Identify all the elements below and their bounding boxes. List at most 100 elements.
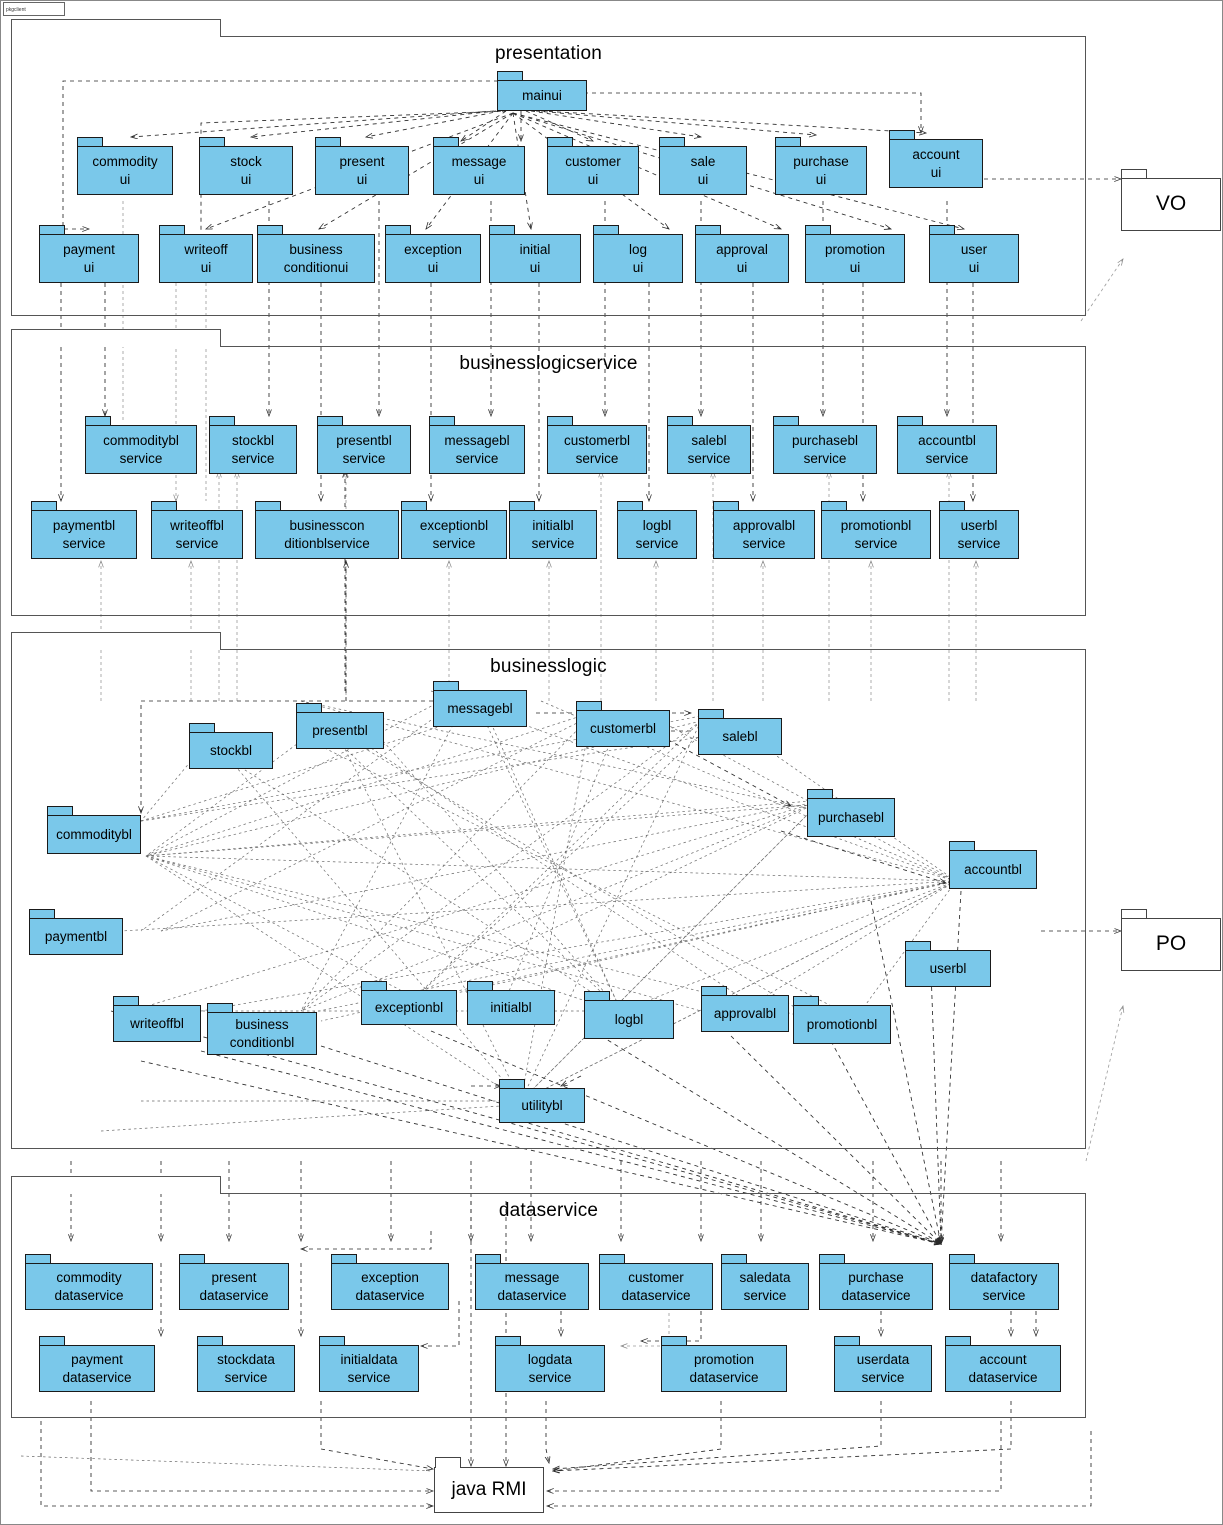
- package-tab-icon: [113, 996, 139, 1005]
- package-stockbl-service[interactable]: stockbl service: [209, 416, 297, 474]
- package-label: userbl: [960, 518, 998, 534]
- package-log-ui[interactable]: log ui: [593, 225, 683, 283]
- package-promotionbl-service[interactable]: promotionbl service: [821, 501, 931, 559]
- package-tab-icon: [617, 501, 643, 510]
- package-present-ui[interactable]: present ui: [315, 137, 409, 195]
- package-commoditybl-service[interactable]: commoditybl service: [85, 416, 197, 474]
- package-userbl[interactable]: userbl: [905, 941, 991, 987]
- package-presentbl-service[interactable]: presentbl service: [317, 416, 411, 474]
- package-initial-ui[interactable]: initial ui: [489, 225, 581, 283]
- package-label-2: dataservice: [62, 1369, 132, 1385]
- package-label-2: service: [528, 1369, 572, 1385]
- package-saledata-service[interactable]: saledata service: [721, 1254, 809, 1310]
- package-po[interactable]: PO: [1121, 909, 1221, 971]
- package-tab-icon: [807, 789, 833, 798]
- package-payment-ui[interactable]: payment ui: [39, 225, 139, 283]
- package-payment-dataservice[interactable]: payment dataservice: [39, 1336, 155, 1392]
- package-purchase-dataservice[interactable]: purchase dataservice: [819, 1254, 933, 1310]
- package-message-dataservice[interactable]: message dataservice: [475, 1254, 589, 1310]
- package-messagebl[interactable]: messagebl: [433, 681, 527, 727]
- package-paymentbl[interactable]: paymentbl: [29, 909, 123, 955]
- package-label: writeoff: [184, 242, 228, 258]
- package-purchase-ui[interactable]: purchase ui: [775, 137, 867, 195]
- package-salebl-service[interactable]: salebl service: [667, 416, 751, 474]
- package-paymentbl-service[interactable]: paymentbl service: [31, 501, 137, 559]
- package-writeoffbl[interactable]: writeoffbl: [113, 996, 201, 1042]
- package-tab-icon: [599, 1254, 625, 1263]
- package-tab-icon: [85, 416, 111, 425]
- package-label-2: service: [925, 450, 969, 466]
- package-label: logbl: [642, 518, 672, 534]
- uml-package-diagram: pkgclient presentation mainui commodity …: [0, 0, 1223, 1525]
- package-purchasebl-service[interactable]: purchasebl service: [773, 416, 877, 474]
- package-label-2: ui: [930, 164, 942, 180]
- package-purchasebl[interactable]: purchasebl: [807, 789, 895, 837]
- package-accountbl-service[interactable]: accountbl service: [897, 416, 997, 474]
- package-writeoffbl-service[interactable]: writeoffbl service: [151, 501, 243, 559]
- package-tab-icon: [433, 681, 459, 690]
- package-label: customerbl: [589, 720, 657, 736]
- package-customerbl[interactable]: customerbl: [576, 701, 670, 747]
- package-promotionbl[interactable]: promotionbl: [793, 996, 891, 1044]
- package-initialbl-service[interactable]: initialbl service: [509, 501, 597, 559]
- package-label-2: ui: [356, 171, 368, 187]
- package-customerbl-service[interactable]: customerbl service: [547, 416, 647, 474]
- package-accountbl[interactable]: accountbl: [949, 841, 1037, 889]
- package-approval-ui[interactable]: approval ui: [695, 225, 789, 283]
- package-stockbl[interactable]: stockbl: [189, 723, 273, 769]
- package-customer-dataservice[interactable]: customer dataservice: [599, 1254, 713, 1310]
- package-approvalbl-service[interactable]: approvalbl service: [713, 501, 815, 559]
- package-utilitybl[interactable]: utilitybl: [499, 1079, 585, 1123]
- package-exception-ui[interactable]: exception ui: [385, 225, 481, 283]
- package-tab-icon: [429, 416, 455, 425]
- package-businessconditionbl[interactable]: business conditionbl: [207, 1003, 317, 1055]
- package-messagebl-service[interactable]: messagebl service: [429, 416, 525, 474]
- package-tab-icon: [495, 1336, 521, 1345]
- package-label: saledata: [739, 1270, 791, 1286]
- package-customer-ui[interactable]: customer ui: [547, 137, 639, 195]
- package-presentbl[interactable]: presentbl: [296, 703, 384, 749]
- package-businessconditionbl-service[interactable]: businesscon ditionblservice: [255, 501, 399, 559]
- package-approvalbl[interactable]: approvalbl: [701, 986, 789, 1032]
- package-exception-dataservice[interactable]: exception dataservice: [331, 1254, 449, 1310]
- package-logdata-service[interactable]: logdata service: [495, 1336, 605, 1392]
- package-logbl[interactable]: logbl: [584, 991, 674, 1039]
- package-commodity-ui[interactable]: commodity ui: [77, 137, 173, 195]
- package-label: customerbl: [563, 433, 631, 449]
- package-stock-ui[interactable]: stock ui: [199, 137, 293, 195]
- package-businesscondition-ui[interactable]: business conditionui: [257, 225, 375, 283]
- package-tab-icon: [834, 1336, 860, 1345]
- package-account-dataservice[interactable]: account dataservice: [945, 1336, 1061, 1392]
- package-logbl-service[interactable]: logbl service: [617, 501, 697, 559]
- package-stockdata-service[interactable]: stockdata service: [197, 1336, 295, 1392]
- package-salebl[interactable]: salebl: [698, 709, 782, 755]
- package-sale-ui[interactable]: sale ui: [659, 137, 747, 195]
- package-message-ui[interactable]: message ui: [433, 137, 525, 195]
- package-label-2: service: [854, 535, 898, 551]
- package-tab-icon: [317, 416, 343, 425]
- package-promotion-dataservice[interactable]: promotion dataservice: [661, 1336, 787, 1392]
- package-commoditybl[interactable]: commoditybl: [47, 806, 141, 854]
- package-label: promotionbl: [806, 1016, 878, 1032]
- package-label: businesscon: [289, 518, 365, 534]
- package-label: datafactory: [970, 1270, 1038, 1286]
- node-java-rmi[interactable]: java RMI: [434, 1457, 544, 1513]
- package-userbl-service[interactable]: userbl service: [939, 501, 1019, 559]
- package-mainui[interactable]: mainui: [497, 71, 587, 111]
- package-exceptionbl-service[interactable]: exceptionbl service: [401, 501, 507, 559]
- package-commodity-dataservice[interactable]: commodity dataservice: [25, 1254, 153, 1310]
- package-user-ui[interactable]: user ui: [929, 225, 1019, 283]
- package-initialbl[interactable]: initialbl: [467, 981, 555, 1025]
- package-tab-icon: [897, 416, 923, 425]
- package-exceptionbl[interactable]: exceptionbl: [361, 981, 457, 1025]
- package-vo[interactable]: VO: [1121, 169, 1221, 231]
- package-userdata-service[interactable]: userdata service: [834, 1336, 932, 1392]
- package-present-dataservice[interactable]: present dataservice: [179, 1254, 289, 1310]
- package-writeoff-ui[interactable]: writeoff ui: [159, 225, 253, 283]
- package-datafactory-service[interactable]: datafactory service: [949, 1254, 1059, 1310]
- package-initialdata-service[interactable]: initialdata service: [319, 1336, 419, 1392]
- package-promotion-ui[interactable]: promotion ui: [805, 225, 905, 283]
- package-label-2: service: [231, 450, 275, 466]
- package-label-2: ui: [968, 259, 980, 275]
- package-account-ui[interactable]: account ui: [889, 130, 983, 188]
